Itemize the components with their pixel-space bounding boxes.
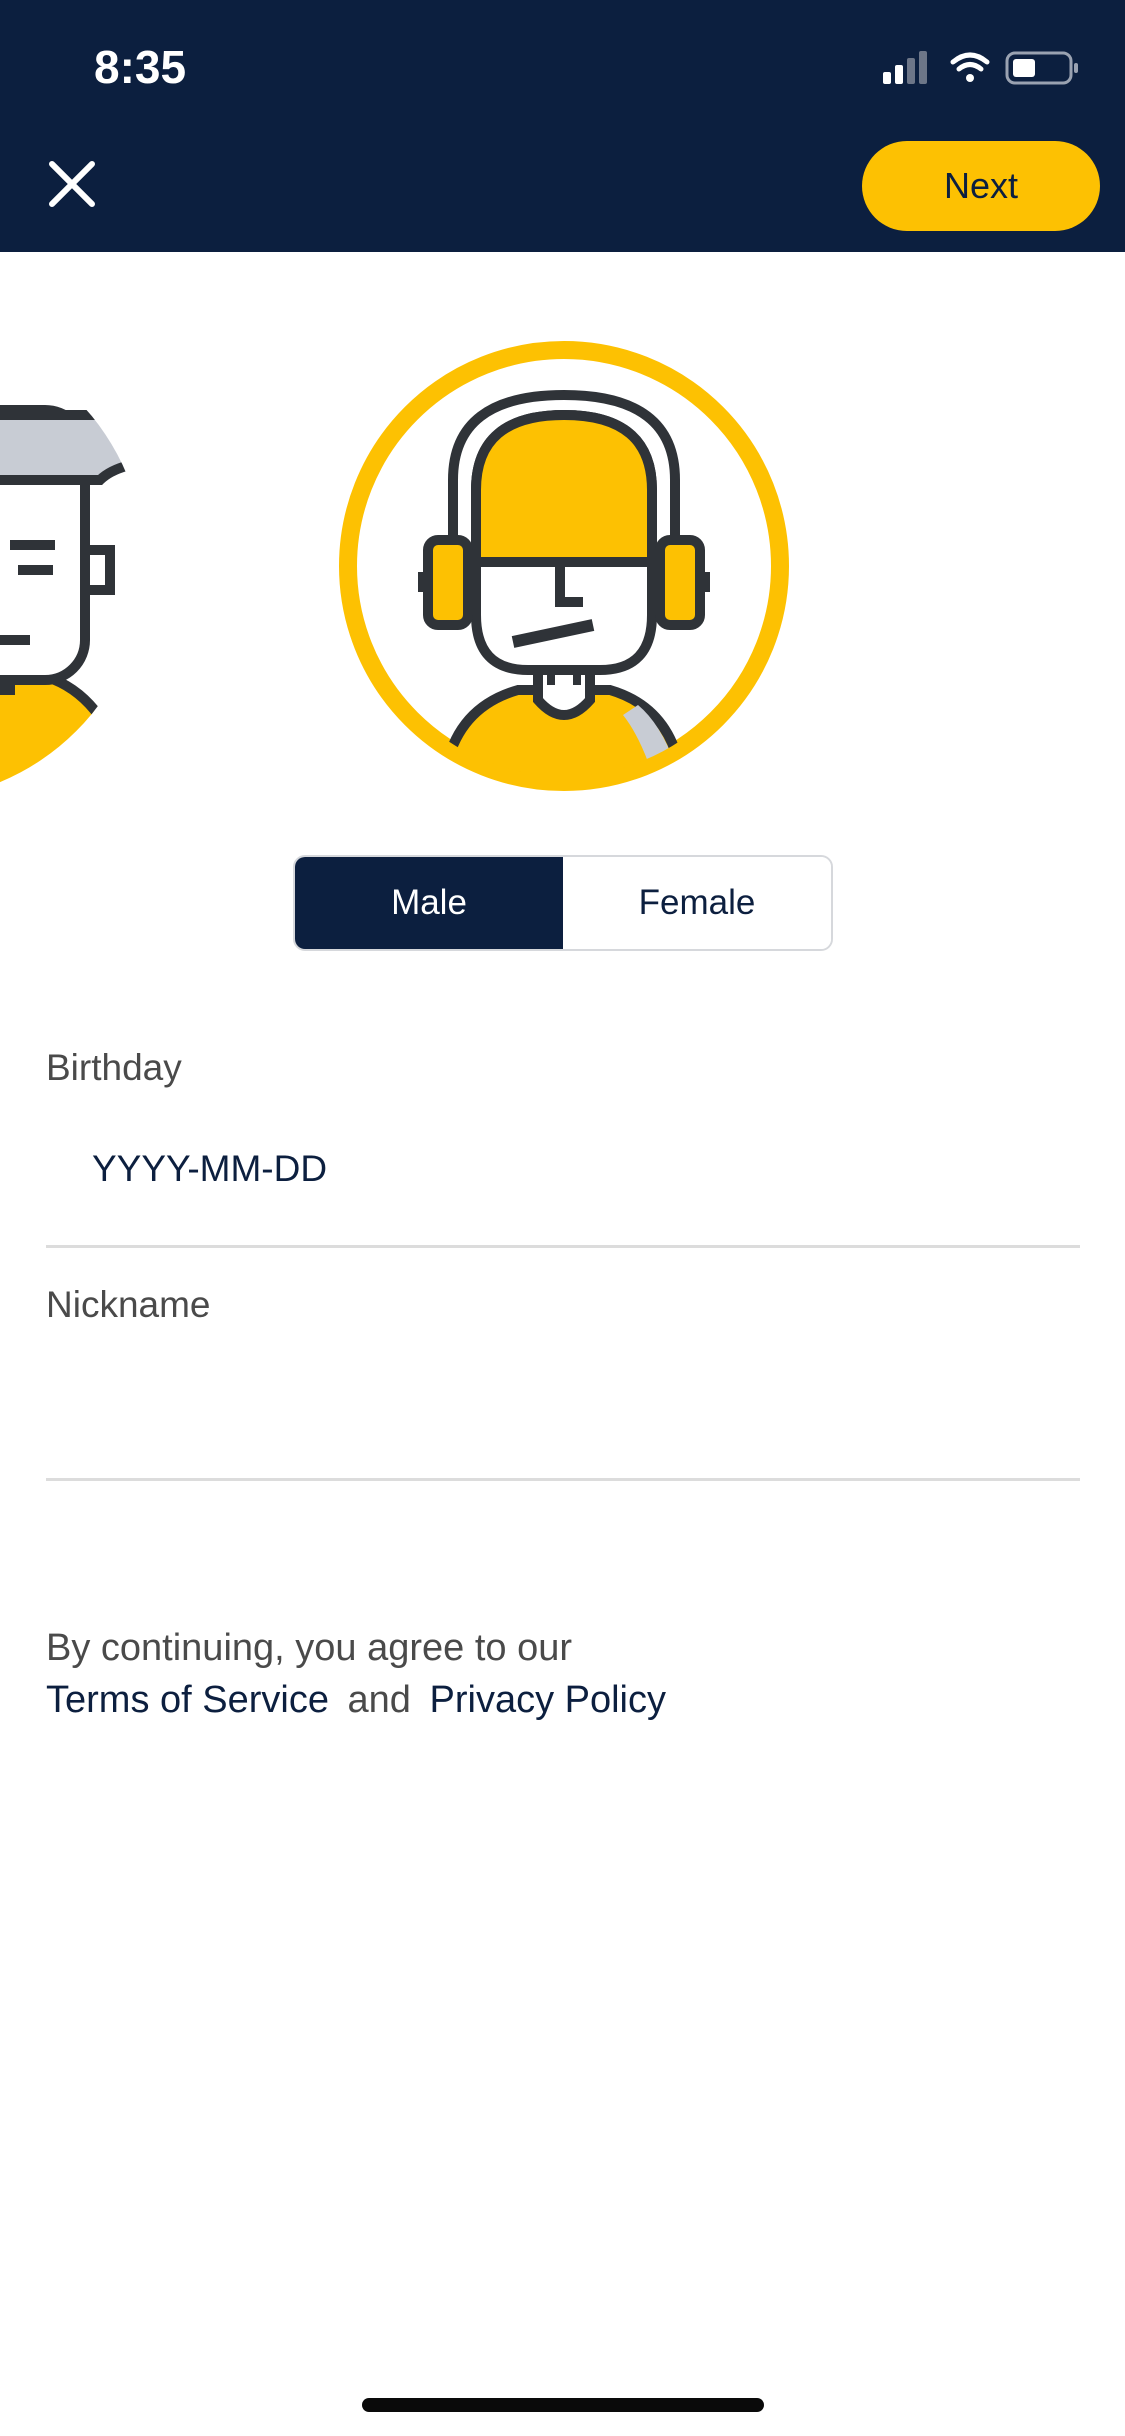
gender-toggle: Male Female (293, 855, 833, 951)
nickname-label: Nickname (46, 1284, 211, 1325)
gender-option-female[interactable]: Female (563, 857, 831, 949)
avatar-option-headphones[interactable] (338, 340, 790, 797)
battery-icon (1005, 51, 1078, 85)
nickname-field[interactable] (46, 1391, 1080, 1481)
top-bar: 8:35 Next (0, 0, 1125, 252)
wifi-icon (950, 52, 990, 82)
legal-notice: By continuing, you agree to our Terms of… (46, 1622, 666, 1726)
next-button[interactable]: Next (862, 141, 1100, 231)
legal-prefix: By continuing, you agree to our (46, 1627, 573, 1669)
birthday-label: Birthday (46, 1047, 182, 1088)
headphones-avatar-icon (339, 341, 789, 791)
status-icons (883, 51, 1078, 85)
legal-links-line: Terms of Service and Privacy Policy (46, 1674, 666, 1726)
signal-icon (883, 51, 927, 84)
legal-conjunction: and (347, 1679, 411, 1721)
home-indicator (362, 2398, 764, 2412)
status-time: 8:35 (94, 41, 187, 93)
privacy-policy-link[interactable]: Privacy Policy (430, 1679, 667, 1721)
close-button[interactable] (36, 148, 108, 220)
terms-of-service-link[interactable]: Terms of Service (46, 1679, 329, 1721)
birthday-placeholder: YYYY-MM-DD (92, 1148, 328, 1189)
boy-avatar-icon (0, 330, 145, 800)
gender-option-male[interactable]: Male (295, 857, 563, 949)
avatar-option-boy[interactable] (0, 330, 145, 805)
close-icon (49, 161, 95, 207)
